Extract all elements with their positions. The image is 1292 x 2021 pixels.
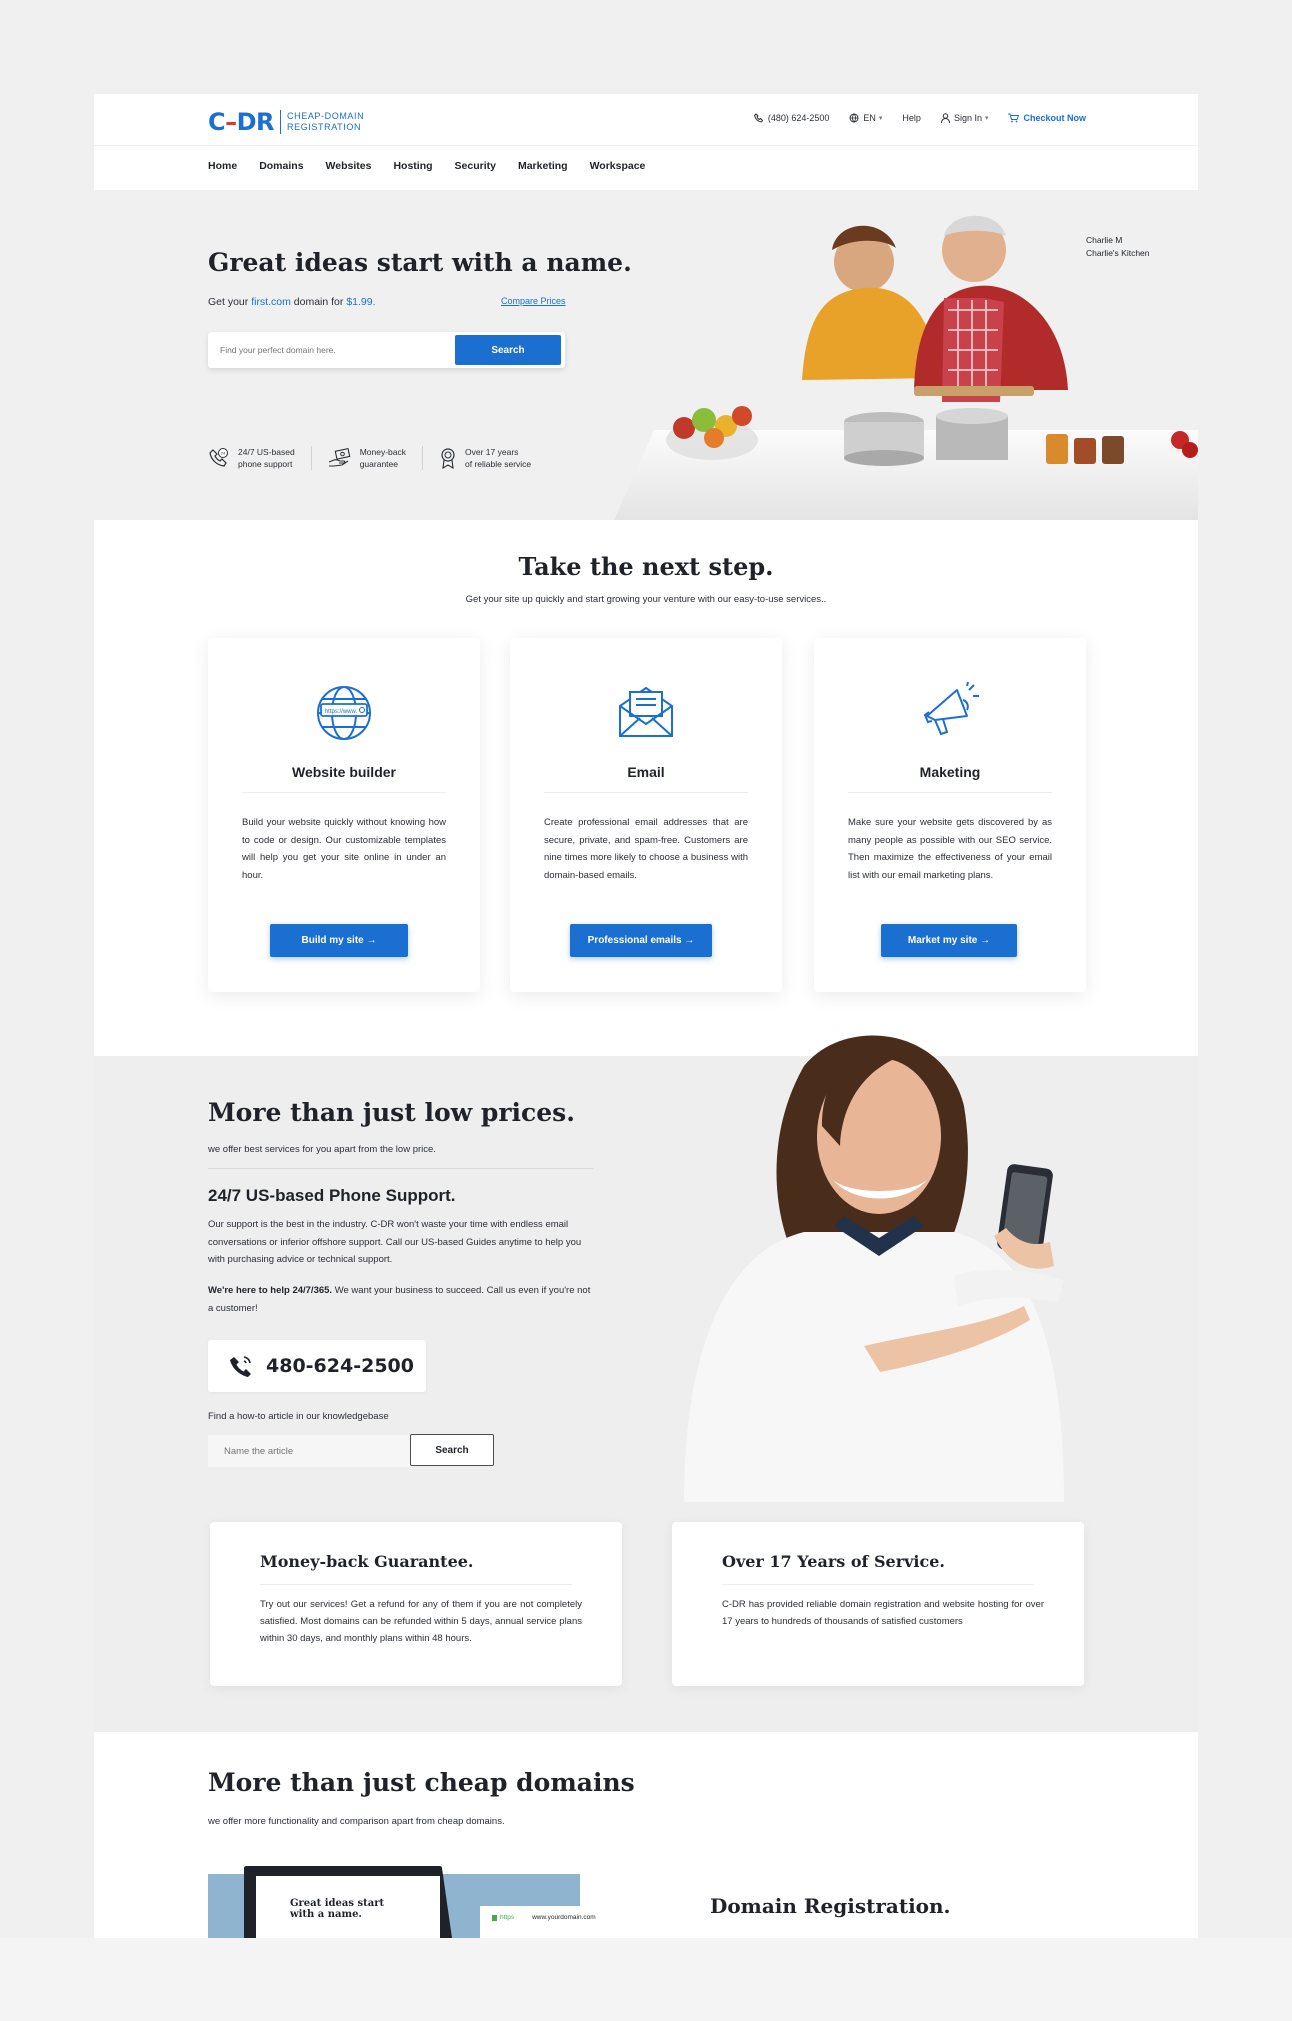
logo[interactable]: C–DR CHEAP-DOMAIN REGISTRATION	[208, 108, 364, 136]
top-bar: C–DR CHEAP-DOMAIN REGISTRATION (480) 624…	[94, 94, 1198, 146]
support-paragraph-2: We're here to help 24/7/365. We want you…	[208, 1285, 591, 1314]
divider	[722, 1584, 1034, 1585]
feature-guarantee: Money-back guarantee	[328, 446, 424, 470]
nav-workspace[interactable]: Workspace	[590, 160, 646, 172]
envelope-icon	[619, 686, 673, 737]
laptop-screen-text: Great ideas start with a name.	[290, 1898, 385, 1920]
nav-home[interactable]: Home	[208, 160, 237, 172]
language-selector[interactable]: EN ▾	[849, 113, 882, 123]
domains-section-title: More than just cheap domains	[208, 1768, 635, 1797]
svg-text:https://www.: https://www.	[325, 709, 358, 715]
card-title: Website builder	[292, 764, 396, 780]
knowledgebase-search-button[interactable]: Search	[410, 1434, 494, 1466]
logo-text: CHEAP-DOMAIN REGISTRATION	[287, 111, 365, 132]
card-description: Create professional email addresses that…	[544, 817, 748, 881]
support-paragraph: Our support is the best in the industry.…	[208, 1219, 582, 1265]
divider	[848, 792, 1052, 793]
domain-search-box: Search	[208, 332, 565, 368]
card-title: Over 17 Years of Service.	[722, 1552, 945, 1571]
domain-search-button[interactable]: Search	[455, 335, 561, 365]
svg-text:24: 24	[221, 451, 226, 456]
cart-icon	[1008, 113, 1020, 123]
compare-prices-link[interactable]: Compare Prices	[501, 296, 566, 306]
page-shadow-area	[0, 1938, 1292, 2021]
globe-icon	[849, 113, 859, 123]
domain-registration-title: Domain Registration.	[710, 1894, 951, 1918]
knowledgebase-search-input[interactable]	[208, 1435, 412, 1467]
support-heading: 24/7 US-based Phone Support.	[208, 1186, 456, 1205]
globe-icon: https://www.	[317, 686, 371, 740]
phone-24-icon: 24	[209, 448, 228, 467]
card-text: C-DR has provided reliable domain regist…	[722, 1599, 1044, 1627]
laptop-illustration	[208, 1866, 648, 1938]
photo-woman-with-phone	[684, 1035, 1064, 1502]
hero-features: 24 24/7 US-based phone support Money-back…	[208, 446, 563, 470]
divider	[208, 1168, 593, 1169]
laptop-preview-image: Great ideas start with a name. https www…	[208, 1866, 648, 1938]
header-phone[interactable]: (480) 624-2500	[753, 113, 829, 123]
utility-bar: (480) 624-2500 EN ▾ Help Sign In ▾ Checkou…	[734, 113, 1086, 123]
main-nav: Home Domains Websites Hosting Security M…	[208, 160, 667, 172]
feature-years: Over 17 years of reliable service	[439, 446, 547, 470]
divider	[544, 792, 748, 793]
logo-mark: C–DR	[208, 108, 275, 136]
megaphone-icon	[923, 682, 979, 736]
domains-section-subtitle: we offer more functionality and comparis…	[208, 1816, 505, 1827]
photo-caption: Charlie M Charlie's Kitchen	[1086, 235, 1150, 258]
divider	[242, 792, 446, 793]
next-step-subtitle: Get your site up quickly and start growi…	[465, 594, 827, 605]
chevron-down-icon: ▾	[878, 115, 883, 122]
card-marketing: Maketing Make sure your website gets dis…	[814, 638, 1086, 992]
hero-section: Great ideas start with a name. Get your …	[94, 190, 1198, 520]
card-title: Maketing	[919, 764, 981, 780]
nav-domains[interactable]: Domains	[259, 160, 303, 172]
award-medal-icon	[441, 448, 455, 469]
card-description: Build your website quickly without knowi…	[242, 817, 446, 881]
knowledgebase-label: Find a how-to article in our knowledgeba…	[208, 1411, 389, 1422]
logo-separator	[280, 110, 282, 134]
nav-marketing[interactable]: Marketing	[518, 160, 568, 172]
build-my-site-button[interactable]: Build my site →	[270, 924, 408, 957]
hero-title: Great ideas start with a name.	[208, 248, 632, 277]
nav-hosting[interactable]: Hosting	[393, 160, 432, 172]
market-my-site-button[interactable]: Market my site →	[881, 924, 1017, 957]
help-link[interactable]: Help	[902, 113, 921, 123]
money-hand-icon	[328, 447, 351, 467]
feature-support: 24 24/7 US-based phone support	[208, 446, 312, 470]
section-title: More than just low prices.	[208, 1098, 575, 1127]
page: C–DR CHEAP-DOMAIN REGISTRATION (480) 624…	[94, 94, 1198, 1938]
card-description: Make sure your website gets discovered b…	[848, 817, 1052, 881]
divider	[260, 1584, 572, 1585]
chevron-down-icon: ▾	[984, 115, 989, 122]
sign-in-menu[interactable]: Sign In ▾	[940, 113, 989, 123]
domain-search-input[interactable]	[208, 332, 458, 368]
hero-subtitle: Get your first.com domain for $1.99.	[208, 296, 376, 308]
card-title: Money-back Guarantee.	[260, 1552, 474, 1571]
next-step-title: Take the next step.	[518, 552, 774, 581]
card-title: Email	[627, 764, 665, 780]
professional-emails-button[interactable]: Professional emails →	[570, 924, 712, 957]
card-money-back: Money-back Guarantee. Try out our servic…	[210, 1522, 622, 1686]
support-phone-box[interactable]: 480-624-2500	[208, 1340, 426, 1392]
section-subtitle: we offer best services for you apart fro…	[208, 1144, 436, 1155]
phone-icon	[753, 113, 763, 123]
card-years-of-service: Over 17 Years of Service. C-DR has provi…	[672, 1522, 1084, 1686]
checkout-link[interactable]: Checkout Now	[1008, 113, 1086, 123]
lock-icon	[492, 1914, 497, 1921]
card-website-builder: https://www. Website builder Build your …	[208, 638, 480, 992]
card-email: Email Create professional email addresse…	[510, 638, 782, 992]
phone-icon	[230, 1356, 251, 1377]
nav-security[interactable]: Security	[455, 160, 496, 172]
card-text: Try out our services! Get a refund for a…	[260, 1599, 582, 1644]
url-bar: https www.yourdomain.com	[492, 1914, 596, 1921]
nav-websites[interactable]: Websites	[326, 160, 372, 172]
user-icon	[940, 113, 950, 123]
low-prices-section: More than just low prices. we offer best…	[94, 1035, 1198, 1732]
